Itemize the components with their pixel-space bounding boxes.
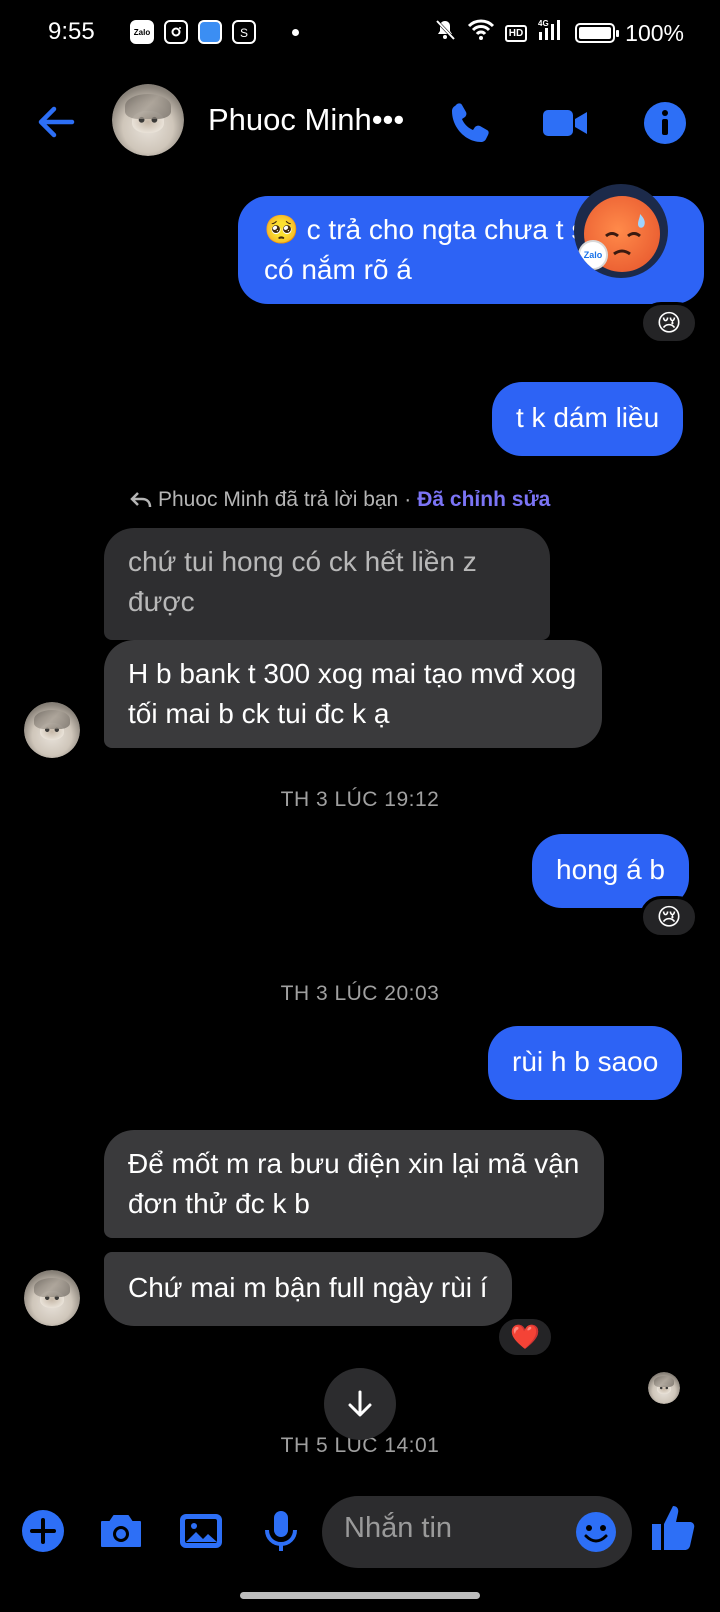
message-reaction[interactable]: 😢 [640,302,698,344]
sender-avatar[interactable] [24,1270,80,1326]
reply-indicator: Phuoc Minh đã trả lời bạn · Đã chỉnh sửa [130,488,550,512]
pleading-emoji: 🥺 [264,214,299,245]
back-button[interactable] [34,100,78,144]
status-right: HD 4G 100% [433,18,684,48]
svg-text:S: S [240,26,248,39]
sender-avatar[interactable] [24,702,80,758]
outgoing-message[interactable]: rùi h b saoo [488,1026,683,1100]
plus-circle-icon [22,1510,64,1552]
image-icon [180,1514,222,1548]
info-icon [644,102,686,144]
incoming-message[interactable]: Để mốt m ra bưu điện xin lại mã vận đơn … [104,1130,604,1238]
cat-avatar-image [112,84,184,156]
battery-percent: 100% [625,19,684,46]
timestamp: TH 3 LÚC 19:12 [280,788,440,811]
message-composer [0,1490,720,1570]
emoji-button[interactable] [574,1510,618,1554]
more-actions-button[interactable] [18,1506,68,1556]
camera-icon [101,1515,141,1547]
reply-arrow-icon [130,492,152,508]
voice-message-button[interactable] [256,1506,306,1556]
chat-header: Phuoc Minh••• [0,72,720,172]
read-receipt-avatar [648,1372,680,1404]
reply-label: Phuoc Minh đã trả lời bạn [158,488,399,511]
smiley-icon [576,1512,616,1552]
zalo-app-icon: Zalo [130,20,154,44]
signal-icon: 4G [537,18,565,48]
outgoing-message[interactable]: t k dám liều [492,382,684,456]
like-button[interactable] [648,1500,698,1550]
scroll-to-bottom-button[interactable] [324,1368,396,1440]
more-notifications-dot [292,28,299,36]
video-call-button[interactable] [540,98,590,148]
chat-head-bubble[interactable]: Zalo [574,184,668,278]
notification-icons: Zalo S [130,20,299,44]
status-time: 9:55 [48,18,95,45]
quoted-message[interactable]: chứ tui hong có ck hết liền z được [104,528,550,640]
cat-avatar-image [24,702,80,758]
incoming-message[interactable]: H b bank t 300 xog mai tạo mvđ xog tối m… [104,640,602,748]
cat-avatar-image [648,1372,680,1404]
zalo-badge: Zalo [578,240,608,270]
hd-icon: HD [504,24,528,42]
camera-button[interactable] [96,1506,146,1556]
message-reaction[interactable]: 😢 [640,896,698,938]
message-input[interactable] [344,1512,564,1545]
edited-label: Đã chỉnh sửa [417,488,551,511]
cat-avatar-image [24,1270,80,1326]
arrow-left-icon [38,106,75,138]
network-type: 4G [538,19,549,28]
battery-level [579,27,612,39]
mute-icon [433,18,457,48]
phone-icon [452,103,489,142]
status-bar: 9:55 Zalo S HD 4G 100% [0,0,720,64]
message-input-container[interactable] [322,1496,632,1568]
message-reaction[interactable]: ❤️ [496,1316,554,1358]
voice-call-button[interactable] [446,98,496,148]
instagram-icon [164,20,188,44]
contact-avatar[interactable] [112,84,184,156]
microphone-icon [265,1511,297,1551]
arrow-down-icon [348,1390,372,1417]
messenger-lite-icon [198,20,222,44]
battery-icon [575,23,620,43]
video-camera-icon [543,110,587,136]
info-button[interactable] [640,98,690,148]
contact-name[interactable]: Phuoc Minh••• [208,102,404,138]
gallery-button[interactable] [176,1506,226,1556]
separator-dot: · [404,488,412,511]
incoming-message[interactable]: Chứ mai m bận full ngày rùi í [104,1252,512,1326]
wifi-icon [467,19,495,47]
timestamp: TH 3 LÚC 20:03 [280,982,440,1005]
home-indicator [240,1592,480,1599]
shopee-icon: S [232,20,256,44]
thumbs-up-icon [652,1506,695,1550]
